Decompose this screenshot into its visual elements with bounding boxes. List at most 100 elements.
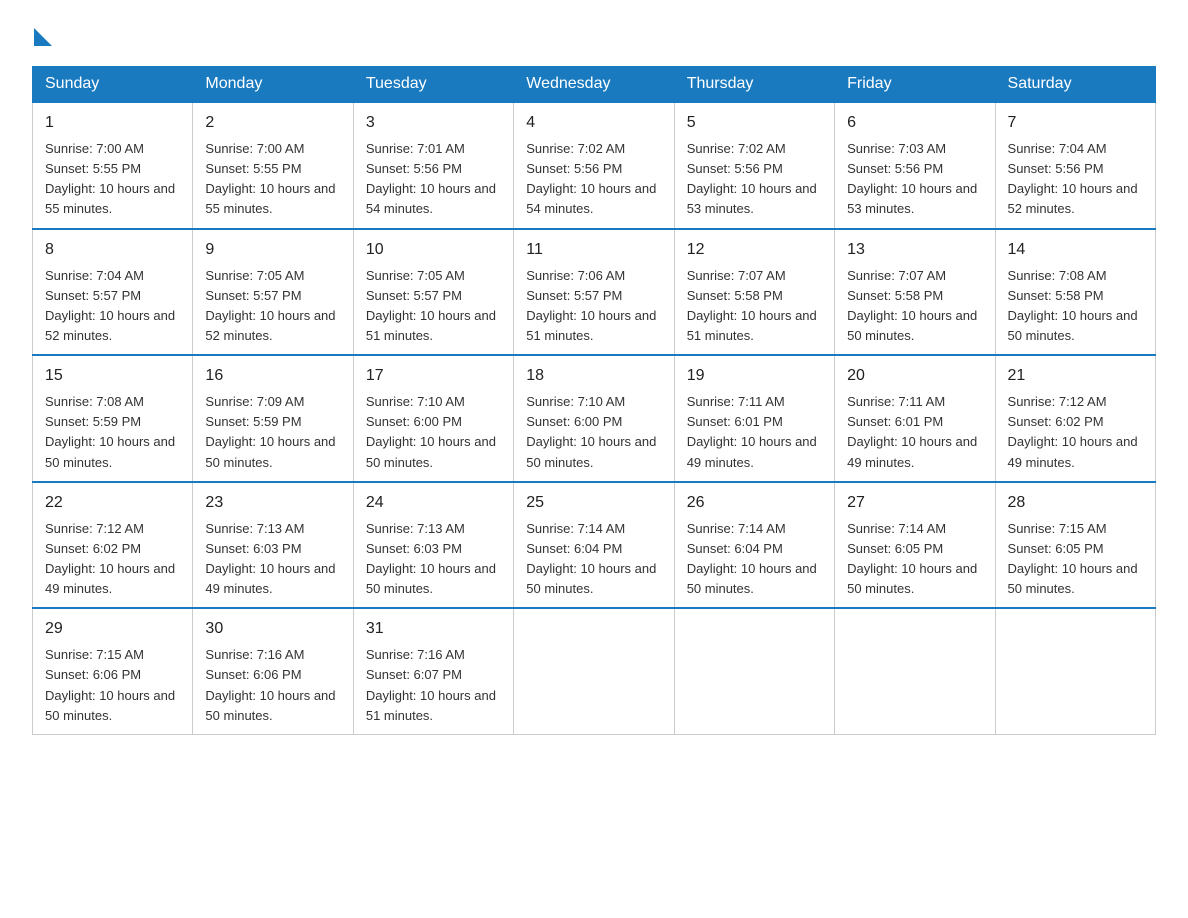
- day-number: 12: [687, 238, 822, 262]
- calendar-table: SundayMondayTuesdayWednesdayThursdayFrid…: [32, 66, 1156, 735]
- day-number: 21: [1008, 364, 1143, 388]
- logo: [32, 24, 52, 42]
- calendar-cell: 27 Sunrise: 7:14 AMSunset: 6:05 PMDayligh…: [835, 482, 995, 609]
- day-number: 24: [366, 491, 501, 515]
- calendar-cell: [835, 608, 995, 734]
- calendar-cell: 24Sunrise: 7:13 AMSunset: 6:03 PMDayligh…: [353, 482, 513, 609]
- header-day-saturday: Saturday: [995, 67, 1155, 103]
- calendar-cell: 2 Sunrise: 7:00 AMSunset: 5:55 PMDaylight…: [193, 102, 353, 229]
- header-day-sunday: Sunday: [33, 67, 193, 103]
- day-number: 13: [847, 238, 982, 262]
- header-day-wednesday: Wednesday: [514, 67, 674, 103]
- day-info: Sunrise: 7:07 AMSunset: 5:58 PMDaylight:…: [847, 266, 982, 347]
- day-number: 25: [526, 491, 661, 515]
- calendar-cell: 28Sunrise: 7:15 AMSunset: 6:05 PMDayligh…: [995, 482, 1155, 609]
- day-number: 31: [366, 617, 501, 641]
- calendar-cell: 31Sunrise: 7:16 AMSunset: 6:07 PMDayligh…: [353, 608, 513, 734]
- day-info: Sunrise: 7:14 AMSunset: 6:04 PMDaylight:…: [687, 519, 822, 600]
- day-number: 5: [687, 111, 822, 135]
- calendar-cell: 29 Sunrise: 7:15 AMSunset: 6:06 PMDayligh…: [33, 608, 193, 734]
- day-info: Sunrise: 7:06 AMSunset: 5:57 PMDaylight:…: [526, 266, 661, 347]
- calendar-cell: 7 Sunrise: 7:04 AMSunset: 5:56 PMDaylight…: [995, 102, 1155, 229]
- day-number: 23: [205, 491, 340, 515]
- day-info: Sunrise: 7:12 AMSunset: 6:02 PMDaylight:…: [45, 519, 180, 600]
- week-row-1: 1 Sunrise: 7:00 AMSunset: 5:55 PMDaylight…: [33, 102, 1156, 229]
- calendar-cell: 9 Sunrise: 7:05 AMSunset: 5:57 PMDaylight…: [193, 229, 353, 356]
- day-info: Sunrise: 7:14 AMSunset: 6:05 PMDaylight:…: [847, 519, 982, 600]
- day-info: Sunrise: 7:02 AMSunset: 5:56 PMDaylight:…: [526, 139, 661, 220]
- calendar-cell: 1 Sunrise: 7:00 AMSunset: 5:55 PMDaylight…: [33, 102, 193, 229]
- day-info: Sunrise: 7:01 AMSunset: 5:56 PMDaylight:…: [366, 139, 501, 220]
- logo-triangle-icon: [34, 28, 52, 46]
- day-info: Sunrise: 7:05 AMSunset: 5:57 PMDaylight:…: [366, 266, 501, 347]
- day-info: Sunrise: 7:14 AMSunset: 6:04 PMDaylight:…: [526, 519, 661, 600]
- day-number: 14: [1008, 238, 1143, 262]
- calendar-cell: 4 Sunrise: 7:02 AMSunset: 5:56 PMDaylight…: [514, 102, 674, 229]
- day-info: Sunrise: 7:03 AMSunset: 5:56 PMDaylight:…: [847, 139, 982, 220]
- calendar-cell: [674, 608, 834, 734]
- calendar-cell: 26 Sunrise: 7:14 AMSunset: 6:04 PMDayligh…: [674, 482, 834, 609]
- day-info: Sunrise: 7:13 AMSunset: 6:03 PMDaylight:…: [205, 519, 340, 600]
- day-number: 22: [45, 491, 180, 515]
- calendar-cell: 21 Sunrise: 7:12 AMSunset: 6:02 PMDayligh…: [995, 355, 1155, 482]
- day-info: Sunrise: 7:08 AMSunset: 5:58 PMDaylight:…: [1008, 266, 1143, 347]
- calendar-cell: 20Sunrise: 7:11 AMSunset: 6:01 PMDayligh…: [835, 355, 995, 482]
- header-row: SundayMondayTuesdayWednesdayThursdayFrid…: [33, 67, 1156, 103]
- calendar-cell: 10 Sunrise: 7:05 AMSunset: 5:57 PMDayligh…: [353, 229, 513, 356]
- calendar-cell: [514, 608, 674, 734]
- calendar-cell: 8 Sunrise: 7:04 AMSunset: 5:57 PMDaylight…: [33, 229, 193, 356]
- day-info: Sunrise: 7:07 AMSunset: 5:58 PMDaylight:…: [687, 266, 822, 347]
- calendar-cell: 5Sunrise: 7:02 AMSunset: 5:56 PMDaylight…: [674, 102, 834, 229]
- day-info: Sunrise: 7:10 AMSunset: 6:00 PMDaylight:…: [366, 392, 501, 473]
- calendar-cell: [995, 608, 1155, 734]
- day-info: Sunrise: 7:05 AMSunset: 5:57 PMDaylight:…: [205, 266, 340, 347]
- week-row-3: 15 Sunrise: 7:08 AMSunset: 5:59 PMDayligh…: [33, 355, 1156, 482]
- calendar-cell: 12 Sunrise: 7:07 AMSunset: 5:58 PMDayligh…: [674, 229, 834, 356]
- calendar-cell: 15 Sunrise: 7:08 AMSunset: 5:59 PMDayligh…: [33, 355, 193, 482]
- day-number: 16: [205, 364, 340, 388]
- day-number: 10: [366, 238, 501, 262]
- day-number: 6: [847, 111, 982, 135]
- day-info: Sunrise: 7:08 AMSunset: 5:59 PMDaylight:…: [45, 392, 180, 473]
- calendar-cell: 22 Sunrise: 7:12 AMSunset: 6:02 PMDayligh…: [33, 482, 193, 609]
- day-number: 30: [205, 617, 340, 641]
- day-info: Sunrise: 7:16 AMSunset: 6:06 PMDaylight:…: [205, 645, 340, 726]
- week-row-5: 29 Sunrise: 7:15 AMSunset: 6:06 PMDayligh…: [33, 608, 1156, 734]
- header-day-tuesday: Tuesday: [353, 67, 513, 103]
- day-number: 4: [526, 111, 661, 135]
- day-info: Sunrise: 7:10 AMSunset: 6:00 PMDaylight:…: [526, 392, 661, 473]
- day-info: Sunrise: 7:12 AMSunset: 6:02 PMDaylight:…: [1008, 392, 1143, 473]
- day-info: Sunrise: 7:00 AMSunset: 5:55 PMDaylight:…: [205, 139, 340, 220]
- calendar-body: 1 Sunrise: 7:00 AMSunset: 5:55 PMDaylight…: [33, 102, 1156, 734]
- day-number: 19: [687, 364, 822, 388]
- header-day-friday: Friday: [835, 67, 995, 103]
- week-row-4: 22 Sunrise: 7:12 AMSunset: 6:02 PMDayligh…: [33, 482, 1156, 609]
- day-number: 11: [526, 238, 661, 262]
- calendar-cell: 6 Sunrise: 7:03 AMSunset: 5:56 PMDaylight…: [835, 102, 995, 229]
- day-number: 17: [366, 364, 501, 388]
- day-number: 18: [526, 364, 661, 388]
- day-number: 26: [687, 491, 822, 515]
- calendar-cell: 13 Sunrise: 7:07 AMSunset: 5:58 PMDayligh…: [835, 229, 995, 356]
- calendar-cell: 11 Sunrise: 7:06 AMSunset: 5:57 PMDayligh…: [514, 229, 674, 356]
- day-info: Sunrise: 7:11 AMSunset: 6:01 PMDaylight:…: [847, 392, 982, 473]
- day-number: 15: [45, 364, 180, 388]
- week-row-2: 8 Sunrise: 7:04 AMSunset: 5:57 PMDaylight…: [33, 229, 1156, 356]
- day-info: Sunrise: 7:15 AMSunset: 6:06 PMDaylight:…: [45, 645, 180, 726]
- calendar-cell: 19 Sunrise: 7:11 AMSunset: 6:01 PMDayligh…: [674, 355, 834, 482]
- day-info: Sunrise: 7:04 AMSunset: 5:56 PMDaylight:…: [1008, 139, 1143, 220]
- day-number: 9: [205, 238, 340, 262]
- day-number: 28: [1008, 491, 1143, 515]
- calendar-cell: 25 Sunrise: 7:14 AMSunset: 6:04 PMDayligh…: [514, 482, 674, 609]
- calendar-cell: 3Sunrise: 7:01 AMSunset: 5:56 PMDaylight…: [353, 102, 513, 229]
- day-number: 1: [45, 111, 180, 135]
- day-number: 29: [45, 617, 180, 641]
- header-day-monday: Monday: [193, 67, 353, 103]
- day-info: Sunrise: 7:04 AMSunset: 5:57 PMDaylight:…: [45, 266, 180, 347]
- day-info: Sunrise: 7:11 AMSunset: 6:01 PMDaylight:…: [687, 392, 822, 473]
- day-number: 7: [1008, 111, 1143, 135]
- day-number: 2: [205, 111, 340, 135]
- day-info: Sunrise: 7:00 AMSunset: 5:55 PMDaylight:…: [45, 139, 180, 220]
- day-number: 27: [847, 491, 982, 515]
- day-number: 8: [45, 238, 180, 262]
